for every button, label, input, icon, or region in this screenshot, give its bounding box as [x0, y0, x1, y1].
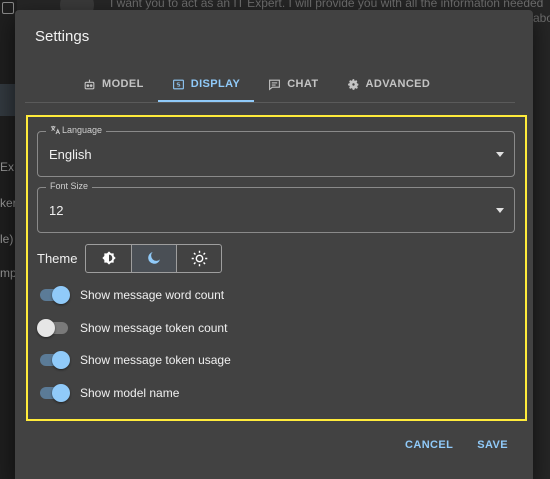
- moon-icon: [146, 250, 162, 266]
- tabs-divider: [25, 102, 515, 103]
- theme-dark-button[interactable]: [131, 244, 177, 272]
- model-name-switch[interactable]: [37, 383, 71, 403]
- tab-label: CHAT: [287, 78, 319, 90]
- theme-auto-button[interactable]: [86, 245, 131, 272]
- tab-label: DISPLAY: [190, 78, 241, 90]
- toggle-row-token-usage: Show message token usage: [37, 349, 231, 371]
- chat-icon: [268, 78, 281, 91]
- new-chat-icon: [2, 2, 14, 14]
- toggle-label: Show message token usage: [80, 353, 231, 367]
- background-prompt-text: abo scri: [533, 11, 550, 25]
- dialog-actions: CANCEL SAVE: [397, 436, 516, 454]
- gear-icon: [347, 78, 360, 91]
- font-size-label: Font Size: [46, 181, 93, 191]
- font-size-value: 12: [49, 203, 64, 218]
- translate-icon: [50, 125, 61, 135]
- token-count-switch[interactable]: [37, 318, 71, 338]
- display-icon: [172, 78, 185, 91]
- tab-model[interactable]: MODEL: [69, 66, 158, 102]
- theme-row: Theme: [37, 243, 223, 273]
- dropdown-arrow-icon: [496, 208, 504, 213]
- language-value: English: [49, 147, 92, 162]
- theme-light-button[interactable]: [176, 244, 221, 272]
- tab-label: MODEL: [102, 78, 144, 90]
- language-label: Language: [46, 125, 107, 135]
- cancel-button[interactable]: CANCEL: [397, 436, 461, 454]
- settings-dialog: Settings MODEL DISPLAY CHAT ADVANCED Lan…: [15, 10, 533, 479]
- toggle-label: Show model name: [80, 386, 180, 400]
- token-usage-switch[interactable]: [37, 350, 71, 370]
- contrast-icon: [101, 250, 117, 266]
- tab-chat[interactable]: CHAT: [254, 66, 332, 102]
- settings-tabs: MODEL DISPLAY CHAT ADVANCED: [69, 66, 444, 102]
- toggle-row-token-count: Show message token count: [37, 317, 227, 339]
- toggle-label: Show message word count: [80, 288, 225, 302]
- save-button[interactable]: SAVE: [469, 436, 516, 454]
- tab-advanced[interactable]: ADVANCED: [333, 66, 445, 102]
- toggle-label: Show message token count: [80, 321, 228, 335]
- theme-label: Theme: [37, 250, 78, 266]
- robot-icon: [83, 78, 96, 91]
- theme-toggle-group: [85, 243, 223, 273]
- display-settings-panel: Language English Font Size 12 Theme Show…: [26, 115, 527, 421]
- dropdown-arrow-icon: [496, 152, 504, 157]
- toggle-row-model-name: Show model name: [37, 382, 179, 404]
- dialog-title: Settings: [35, 28, 90, 45]
- toggle-row-word-count: Show message word count: [37, 284, 224, 306]
- font-size-select[interactable]: Font Size 12: [37, 181, 515, 233]
- sun-icon: [191, 250, 208, 267]
- language-select[interactable]: Language English: [37, 125, 515, 177]
- tab-display[interactable]: DISPLAY: [157, 66, 255, 102]
- word-count-switch[interactable]: [37, 285, 71, 305]
- tab-label: ADVANCED: [365, 78, 431, 90]
